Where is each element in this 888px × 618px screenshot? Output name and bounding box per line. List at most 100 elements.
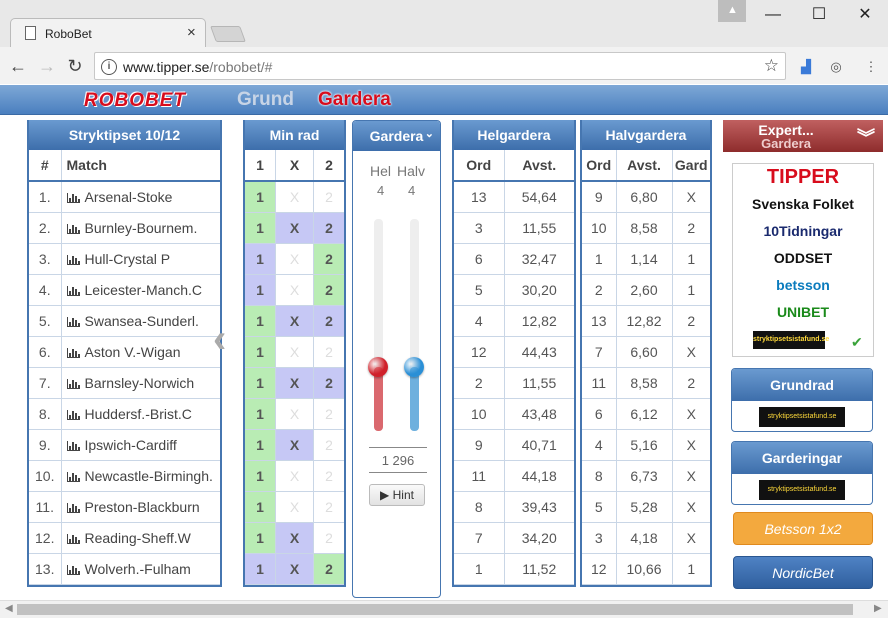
sign-cell[interactable]: X [275,305,314,337]
sign-cell[interactable]: 1 [245,553,276,585]
match-cell[interactable]: Ipswich-Cardiff [61,429,220,461]
match-cell[interactable]: Hull-Crystal P [61,243,220,275]
sign-cell[interactable]: X [275,460,314,492]
bar-chart-icon[interactable] [66,440,80,451]
sign-cell[interactable]: 1 [245,460,276,492]
menu-icon[interactable]: ⋮ [862,58,880,76]
bar-chart-icon[interactable] [66,192,80,203]
sign-cell[interactable]: 1 [245,243,276,275]
sign-cell[interactable]: 2 [313,181,344,213]
brand-10tidningar[interactable]: 10Tidningar [733,218,873,245]
sign-cell[interactable]: 2 [313,212,344,244]
match-cell[interactable]: Newcastle-Birmingh. [61,460,220,492]
sign-cell[interactable]: X [275,491,314,523]
profile-button[interactable]: ▲ [718,0,746,22]
sign-cell[interactable]: X [275,181,314,213]
grundrad-box[interactable]: Grundrad stryktipsetsistafund.se [731,368,873,432]
horizontal-scrollbar[interactable]: ◀ ▶ [0,600,888,618]
hel-slider[interactable] [368,219,388,431]
maximize-button[interactable]: ☐ [796,2,842,28]
sign-cell[interactable]: 1 [245,491,276,523]
brand-unibet[interactable]: UNIBET [733,299,873,326]
match-cell[interactable]: Wolverh.-Fulham [61,553,220,585]
extension-chart-icon[interactable]: ▟ [797,58,815,76]
match-cell[interactable]: Burnley-Bournem. [61,212,220,244]
bar-chart-icon[interactable] [66,316,80,327]
sign-cell[interactable]: 1 [245,305,276,337]
bar-chart-icon[interactable] [66,471,80,482]
match-cell[interactable]: Huddersf.-Brist.C [61,398,220,430]
scrollbar-thumb[interactable] [17,604,853,615]
expert-dropdown[interactable]: Expert... Gardera ︾ [723,120,883,152]
match-cell[interactable]: Preston-Blackburn [61,491,220,523]
sign-cell[interactable]: 2 [313,336,344,368]
sign-cell[interactable]: 2 [313,460,344,492]
brand-oddset[interactable]: ODDSET [733,245,873,272]
nav-gardera-link[interactable]: Gardera [318,89,391,111]
sign-cell[interactable]: 2 [313,522,344,554]
bar-chart-icon[interactable] [66,223,80,234]
info-icon[interactable]: i [101,59,117,75]
betsson-1x2-button[interactable]: Betsson 1x2 [733,512,873,545]
sign-cell[interactable]: 2 [313,305,344,337]
brand-tipper[interactable]: TIPPER [733,164,873,191]
halv-slider[interactable] [404,219,424,431]
brand-stryktipsetsistafund-se[interactable]: stryktipsetsistafund.se [753,331,829,349]
bar-chart-icon[interactable] [66,254,80,265]
sign-cell[interactable]: X [275,429,314,461]
match-cell[interactable]: Reading-Sheff.W [61,522,220,554]
sign-cell[interactable]: 1 [245,367,276,399]
bar-chart-icon[interactable] [66,409,80,420]
sign-cell[interactable]: 2 [313,398,344,430]
sign-cell[interactable]: 2 [313,491,344,523]
bar-chart-icon[interactable] [66,502,80,513]
address-bar[interactable]: i www.tipper.se/robobet/# ☆ [94,52,786,80]
back-icon[interactable]: ← [5,53,31,79]
sign-cell[interactable]: 1 [245,181,276,213]
sign-cell[interactable]: X [275,243,314,275]
garderingar-box[interactable]: Garderingar stryktipsetsistafund.se [731,441,873,505]
match-cell[interactable]: Leicester-Manch.C [61,274,220,306]
match-cell[interactable]: Aston V.-Wigan [61,336,220,368]
hel-slider-knob[interactable] [368,357,388,378]
sign-cell[interactable]: 2 [313,367,344,399]
sign-cell[interactable]: 1 [245,212,276,244]
sign-cell[interactable]: 2 [313,429,344,461]
brand-betsson[interactable]: betsson [733,272,873,299]
bar-chart-icon[interactable] [66,378,80,389]
close-window-button[interactable]: ✕ [842,2,888,28]
new-tab-button[interactable] [210,26,246,42]
sign-cell[interactable]: 2 [313,553,344,585]
sign-cell[interactable]: 1 [245,429,276,461]
sign-cell[interactable]: 1 [245,274,276,306]
forward-icon[interactable]: → [34,53,60,79]
bar-chart-icon[interactable] [66,533,80,544]
nordicbet-button[interactable]: NordicBet [733,556,873,589]
sign-cell[interactable]: X [275,336,314,368]
sign-cell[interactable]: X [275,367,314,399]
brand-svenska-folket[interactable]: Svenska Folket [733,191,873,218]
match-cell[interactable]: Swansea-Sunderl. [61,305,220,337]
sign-cell[interactable]: X [275,212,314,244]
bar-chart-icon[interactable] [66,347,80,358]
sign-cell[interactable]: 2 [313,243,344,275]
chevron-down-icon[interactable]: ⌄ [425,119,434,149]
sign-cell[interactable]: 1 [245,522,276,554]
bookmark-star-icon[interactable]: ☆ [764,56,779,76]
match-cell[interactable]: Arsenal-Stoke [61,181,220,213]
minimize-button[interactable]: — [750,2,796,28]
sign-cell[interactable]: X [275,553,314,585]
scroll-right-icon[interactable]: ▶ [874,603,882,614]
sign-cell[interactable]: X [275,522,314,554]
browser-tab[interactable]: RoboBet × [10,18,206,48]
bar-chart-icon[interactable] [66,285,80,296]
nav-grund-link[interactable]: Grund [237,89,294,111]
reload-icon[interactable]: ↻ [62,53,88,79]
scroll-left-icon[interactable]: ◀ [5,603,13,614]
collapse-left-icon[interactable]: ‹ [213,317,226,362]
sign-cell[interactable]: 1 [245,398,276,430]
extension-circle-icon[interactable]: ◎ [827,58,845,76]
halv-slider-knob[interactable] [404,357,424,378]
hint-button[interactable]: ▶ Hint [369,484,425,506]
sign-cell[interactable]: X [275,398,314,430]
